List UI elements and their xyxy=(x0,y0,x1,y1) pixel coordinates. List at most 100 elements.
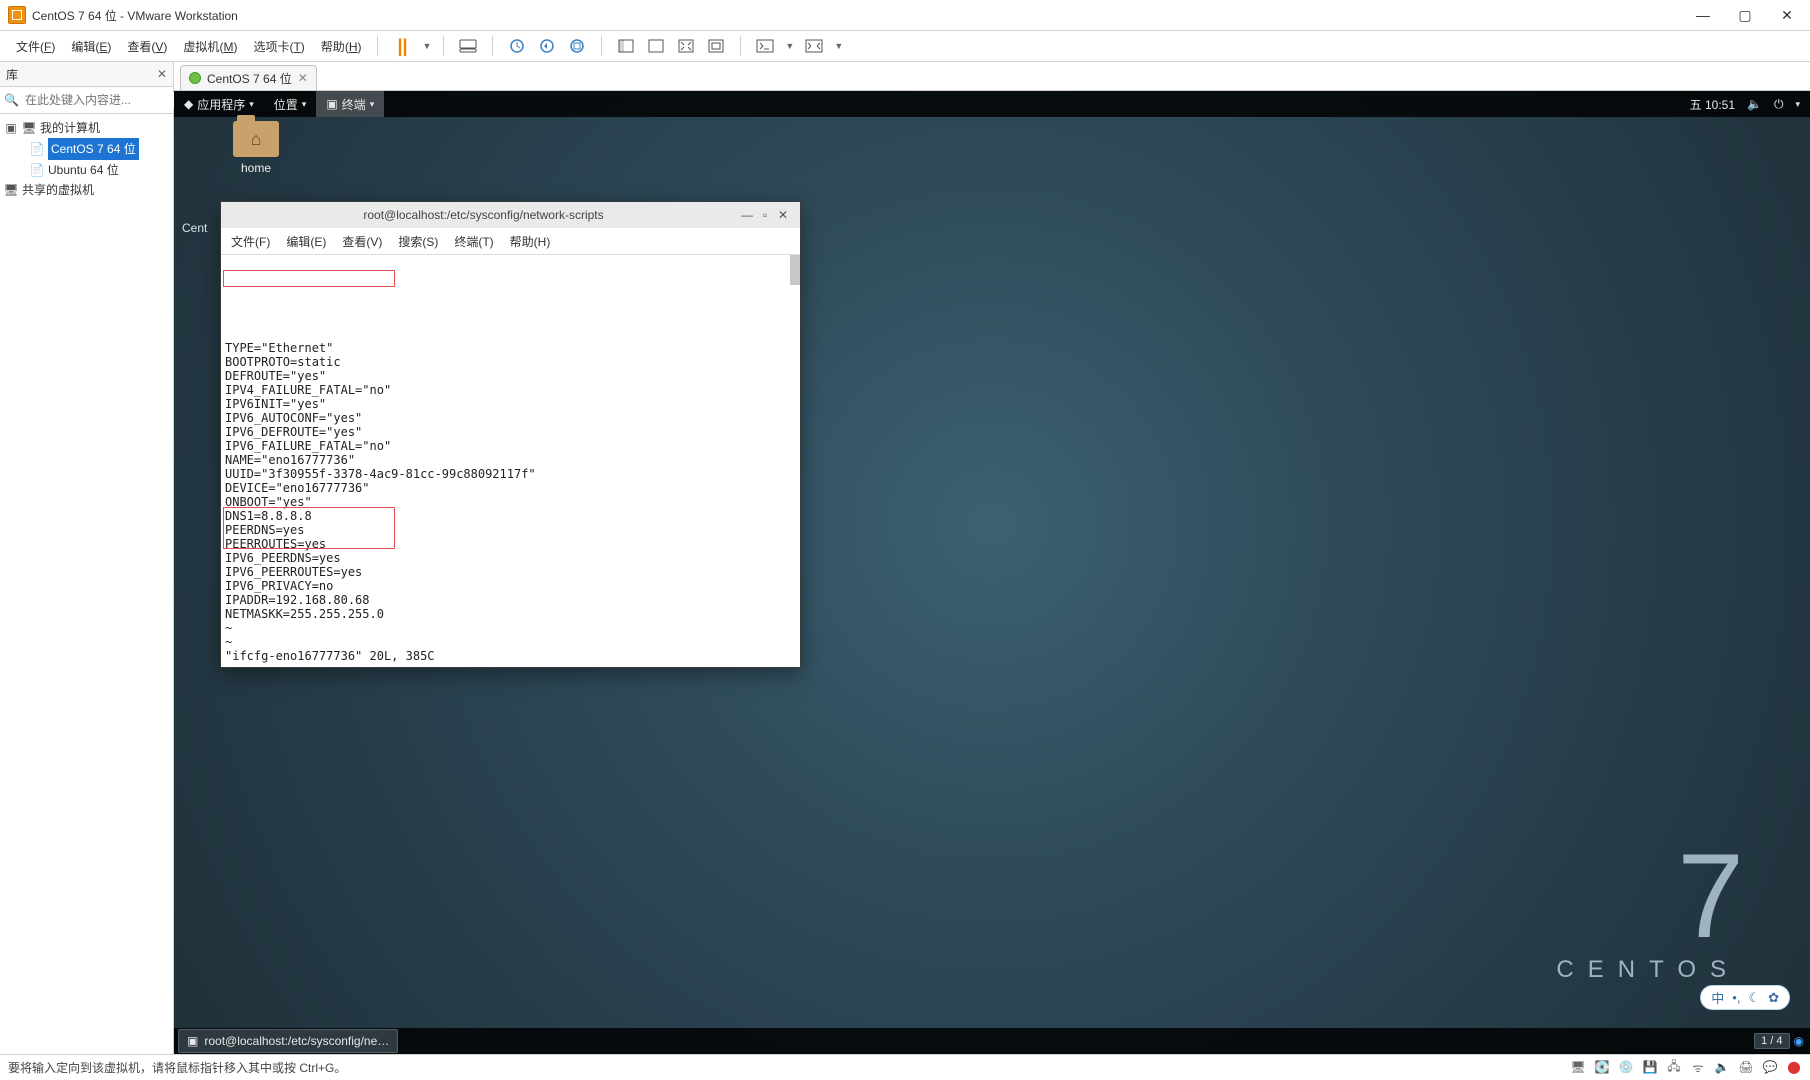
status-disk-icon[interactable]: 💽 xyxy=(1594,1059,1610,1075)
terminal-maximize-button[interactable]: ▫ xyxy=(756,208,774,222)
send-ctrlaltdel-button[interactable] xyxy=(456,34,480,58)
window-minimize-button[interactable]: — xyxy=(1696,7,1710,24)
terminal-line: IPADDR=192.168.80.68 xyxy=(225,593,796,607)
terminal-menu-view[interactable]: 查看(V) xyxy=(342,233,382,250)
pause-vm-button[interactable]: || xyxy=(390,34,414,58)
toolbar-separator xyxy=(601,36,602,56)
library-title: 库 xyxy=(6,66,157,83)
status-floppy-icon[interactable]: 💾 xyxy=(1642,1059,1658,1075)
status-monitor-icon[interactable]: 🖥 xyxy=(1570,1059,1586,1075)
terminal-line: PEERDNS=yes xyxy=(225,523,796,537)
terminal-titlebar[interactable]: root@localhost:/etc/sysconfig/network-sc… xyxy=(221,202,800,228)
snapshot-revert-button[interactable] xyxy=(535,34,559,58)
terminal-menu-help[interactable]: 帮助(H) xyxy=(510,233,551,250)
gnome-clock[interactable]: 五 10:51 xyxy=(1690,96,1735,113)
volume-icon[interactable]: 🔈 xyxy=(1747,97,1762,111)
tree-shared-vms[interactable]: 🖥 共享的虚拟机 xyxy=(2,180,171,200)
terminal-line: NETMASKK=255.255.255.0 xyxy=(225,607,796,621)
terminal-line: NAME="eno16777736" xyxy=(225,453,796,467)
toolbar-separator xyxy=(377,36,378,56)
gnome-top-bar: ◆ 应用程序 ▾ 位置 ▾ ▣ 终端 ▾ 五 10:51 🔈 ⏻ ▾ xyxy=(174,91,1810,117)
terminal-minimize-button[interactable]: — xyxy=(738,208,756,222)
menu-view[interactable]: 查看(V) xyxy=(119,34,175,59)
vm-icon: 📄 xyxy=(30,142,44,156)
terminal-scrollbar[interactable] xyxy=(790,255,800,285)
status-printer-icon[interactable]: 🖨 xyxy=(1738,1059,1754,1075)
status-usb-icon[interactable]: ᯤ xyxy=(1690,1059,1706,1075)
system-menu-caret[interactable]: ▾ xyxy=(1795,99,1800,110)
gnome-taskbar: ▣ root@localhost:/etc/sysconfig/ne… 1 / … xyxy=(174,1028,1810,1054)
desktop-home-label: home xyxy=(224,161,288,175)
ime-language-button[interactable]: 中 xyxy=(1711,988,1724,1007)
terminal-menu-terminal[interactable]: 终端(T) xyxy=(454,233,493,250)
status-sound-icon[interactable]: 🔈 xyxy=(1714,1059,1730,1075)
menu-file[interactable]: 文件(F) xyxy=(8,34,63,59)
terminal-window[interactable]: root@localhost:/etc/sysconfig/network-sc… xyxy=(220,201,801,668)
terminal-menu-search[interactable]: 搜索(S) xyxy=(398,233,438,250)
terminal-menu-edit[interactable]: 编辑(E) xyxy=(286,233,326,250)
gnome-places-menu[interactable]: 位置 ▾ xyxy=(264,91,317,117)
taskbar-item-terminal[interactable]: ▣ root@localhost:/etc/sysconfig/ne… xyxy=(178,1029,398,1053)
window-close-button[interactable]: ✕ xyxy=(1780,7,1794,24)
vm-tab-centos[interactable]: CentOS 7 64 位 ✕ xyxy=(180,65,317,90)
guest-desktop[interactable]: ◆ 应用程序 ▾ 位置 ▾ ▣ 终端 ▾ 五 10:51 🔈 ⏻ ▾ ⌂ hom… xyxy=(174,91,1810,1054)
terminal-line: DEFROUTE="yes" xyxy=(225,369,796,383)
workspace-indicator[interactable]: 1 / 4 xyxy=(1754,1033,1789,1049)
window-titlebar: CentOS 7 64 位 - VMware Workstation — ▢ ✕ xyxy=(0,0,1810,31)
gnome-applications-menu[interactable]: ◆ 应用程序 ▾ xyxy=(174,91,264,117)
ime-floating-bar[interactable]: 中 •, ☾ ✿ xyxy=(1700,985,1790,1010)
ime-punct-button[interactable]: •, xyxy=(1732,990,1740,1005)
menu-tabs[interactable]: 选项卡(T) xyxy=(245,34,312,59)
status-cd-icon[interactable]: 💿 xyxy=(1618,1059,1634,1075)
search-icon: 🔍 xyxy=(4,93,19,107)
view-fullscreen-button[interactable] xyxy=(674,34,698,58)
main-area: CentOS 7 64 位 ✕ ◆ 应用程序 ▾ 位置 ▾ ▣ 终端 ▾ 五 1… xyxy=(174,62,1810,1054)
computer-icon: 🖥 xyxy=(22,121,36,135)
library-tree: ▣ 🖥 我的计算机 📄 CentOS 7 64 位 📄 Ubuntu 64 位 … xyxy=(0,114,173,204)
view-unity-button[interactable] xyxy=(704,34,728,58)
view-console-button[interactable] xyxy=(614,34,638,58)
terminal-line: IPV6_PEERROUTES=yes xyxy=(225,565,796,579)
ime-settings-button[interactable]: ✿ xyxy=(1768,990,1779,1006)
menu-vm[interactable]: 虚拟机(M) xyxy=(175,34,245,59)
centos-branding: 7 CENTOS xyxy=(1556,836,1740,984)
terminal-menu-file[interactable]: 文件(F) xyxy=(231,233,270,250)
enter-guest-caret[interactable]: ▼ xyxy=(785,41,794,51)
gnome-terminal-launcher[interactable]: ▣ 终端 ▾ xyxy=(316,91,384,117)
terminal-line: IPV6INIT="yes" xyxy=(225,397,796,411)
window-maximize-button[interactable]: ▢ xyxy=(1738,7,1752,24)
stretch-guest-caret[interactable]: ▼ xyxy=(834,41,843,51)
library-close-button[interactable]: ✕ xyxy=(157,67,167,81)
tree-vm-ubuntu[interactable]: 📄 Ubuntu 64 位 xyxy=(2,160,171,180)
terminal-line: DEVICE="eno16777736" xyxy=(225,481,796,495)
centos-version: 7 xyxy=(1556,836,1740,956)
power-icon[interactable]: ⏻ xyxy=(1774,97,1784,112)
tree-my-computer[interactable]: ▣ 🖥 我的计算机 xyxy=(2,118,171,138)
stretch-guest-button[interactable] xyxy=(802,34,826,58)
enter-guest-button[interactable] xyxy=(753,34,777,58)
status-network-icon[interactable]: 🖧 xyxy=(1666,1059,1682,1075)
terminal-close-button[interactable]: ✕ xyxy=(774,208,792,222)
vm-tab-close-button[interactable]: ✕ xyxy=(298,71,308,85)
terminal-line: IPV6_DEFROUTE="yes" xyxy=(225,425,796,439)
tree-vm-centos[interactable]: 📄 CentOS 7 64 位 xyxy=(2,138,171,160)
ime-moon-button[interactable]: ☾ xyxy=(1748,990,1760,1006)
status-record-icon[interactable]: ⬤ xyxy=(1786,1059,1802,1075)
menu-edit[interactable]: 编辑(E) xyxy=(63,34,119,59)
status-message-icon[interactable]: 💬 xyxy=(1762,1059,1778,1075)
terminal-line: ONBOOT="yes" xyxy=(225,495,796,509)
library-search-input[interactable] xyxy=(23,92,182,108)
power-dropdown-caret[interactable]: ▼ xyxy=(422,41,431,51)
terminal-content[interactable]: TYPE="Ethernet"BOOTPROTO=staticDEFROUTE=… xyxy=(221,255,800,667)
snapshot-manager-button[interactable] xyxy=(565,34,589,58)
taskbar-item-label: root@localhost:/etc/sysconfig/ne… xyxy=(204,1034,389,1048)
vm-icon: 📄 xyxy=(30,163,44,177)
view-single-button[interactable] xyxy=(644,34,668,58)
show-desktop-icon[interactable]: ◉ xyxy=(1794,1034,1804,1048)
library-search[interactable]: 🔍 ▼ xyxy=(0,87,173,114)
snapshot-take-button[interactable] xyxy=(505,34,529,58)
menu-help[interactable]: 帮助(H) xyxy=(313,34,370,59)
toolbar-separator xyxy=(443,36,444,56)
statusbar-hint: 要将输入定向到该虚拟机，请将鼠标指针移入其中或按 Ctrl+G。 xyxy=(8,1059,346,1076)
desktop-home-icon[interactable]: ⌂ home xyxy=(224,121,288,175)
